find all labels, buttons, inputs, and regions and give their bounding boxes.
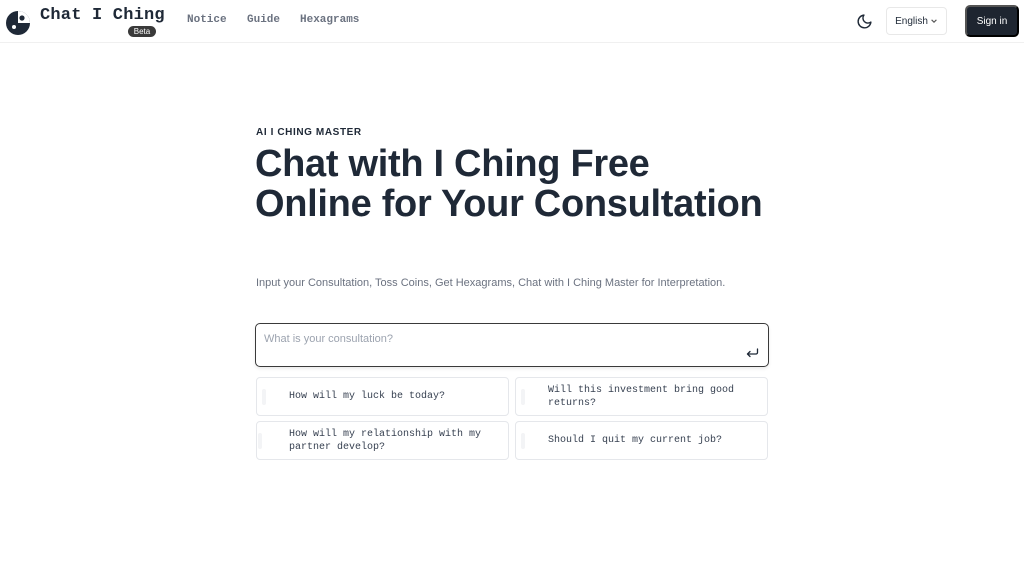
suggestion-text: How will my luck be today? [289, 391, 446, 402]
nav-hexagrams[interactable]: Hexagrams [300, 14, 359, 26]
suggestion-text: Should I quit my current job? [548, 435, 723, 446]
page-title: Chat with I Ching Free Online for Your C… [255, 143, 763, 225]
brand-name[interactable]: Chat I Ching [40, 6, 165, 25]
theme-toggle-button[interactable] [853, 10, 875, 32]
enter-return-icon [746, 348, 758, 358]
submit-button[interactable] [745, 346, 759, 360]
nav-guide[interactable]: Guide [247, 14, 280, 26]
suggestion-emoji [262, 389, 266, 405]
hero-eyebrow: AI I CHING MASTER [256, 127, 362, 138]
suggestion-text: How will my relationship with my partner… [289, 428, 482, 453]
nav-notice[interactable]: Notice [187, 14, 227, 26]
suggestion-card[interactable]: Will this investment bring good returns? [515, 377, 768, 416]
suggestion-card[interactable]: How will my relationship with my partner… [256, 421, 509, 460]
suggestion-emoji [258, 433, 262, 449]
suggestion-card[interactable]: Should I quit my current job? [515, 421, 768, 460]
suggestion-emoji [521, 433, 525, 449]
top-header: Chat I Ching Beta Notice Guide Hexagrams… [0, 0, 1024, 43]
consultation-input[interactable] [264, 330, 734, 348]
suggestion-emoji [521, 389, 525, 405]
language-select[interactable]: English [886, 7, 947, 35]
suggestion-text: Will this investment bring good returns? [548, 384, 735, 409]
suggestion-card[interactable]: How will my luck be today? [256, 377, 509, 416]
yin-yang-logo-icon[interactable] [5, 10, 31, 36]
hero-subtitle: Input your Consultation, Toss Coins, Get… [256, 277, 726, 289]
beta-badge: Beta [128, 26, 156, 37]
sign-in-button[interactable]: Sign in [965, 5, 1019, 37]
moon-icon [857, 13, 872, 28]
consultation-box [255, 323, 769, 367]
chevron-down-icon [931, 19, 937, 23]
language-label: English [895, 15, 928, 27]
